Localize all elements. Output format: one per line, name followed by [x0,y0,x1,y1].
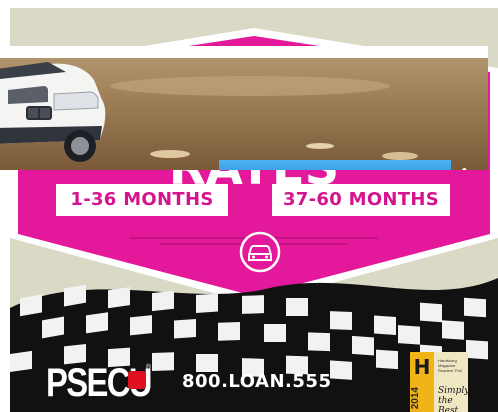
phone-number: 800.LOAN.555 [182,371,332,392]
term-long-label: 37-60 MONTHS [272,184,450,216]
see-offers-button[interactable]: SEE OFFERS [219,160,451,170]
award-publication: Harrisburg Magazine Readers' Poll [438,358,462,373]
award-year: 2014 [410,387,421,410]
award-title-line1: Simply [438,386,470,396]
info-icon[interactable]: i [450,162,476,170]
award-title: Simply the Best [438,386,470,412]
car-icon [239,231,281,273]
psecu-mark [128,371,146,389]
svg-text:H: H [414,355,431,379]
close-icon[interactable]: › [474,162,488,170]
car-photo-banner[interactable]: SEE OFFERS i › [0,46,488,170]
registered-mark: ® [146,364,152,371]
award-title-line2: the Best [438,396,459,412]
term-short-label: 1-36 MONTHS [56,184,228,216]
car-photo [0,46,488,170]
